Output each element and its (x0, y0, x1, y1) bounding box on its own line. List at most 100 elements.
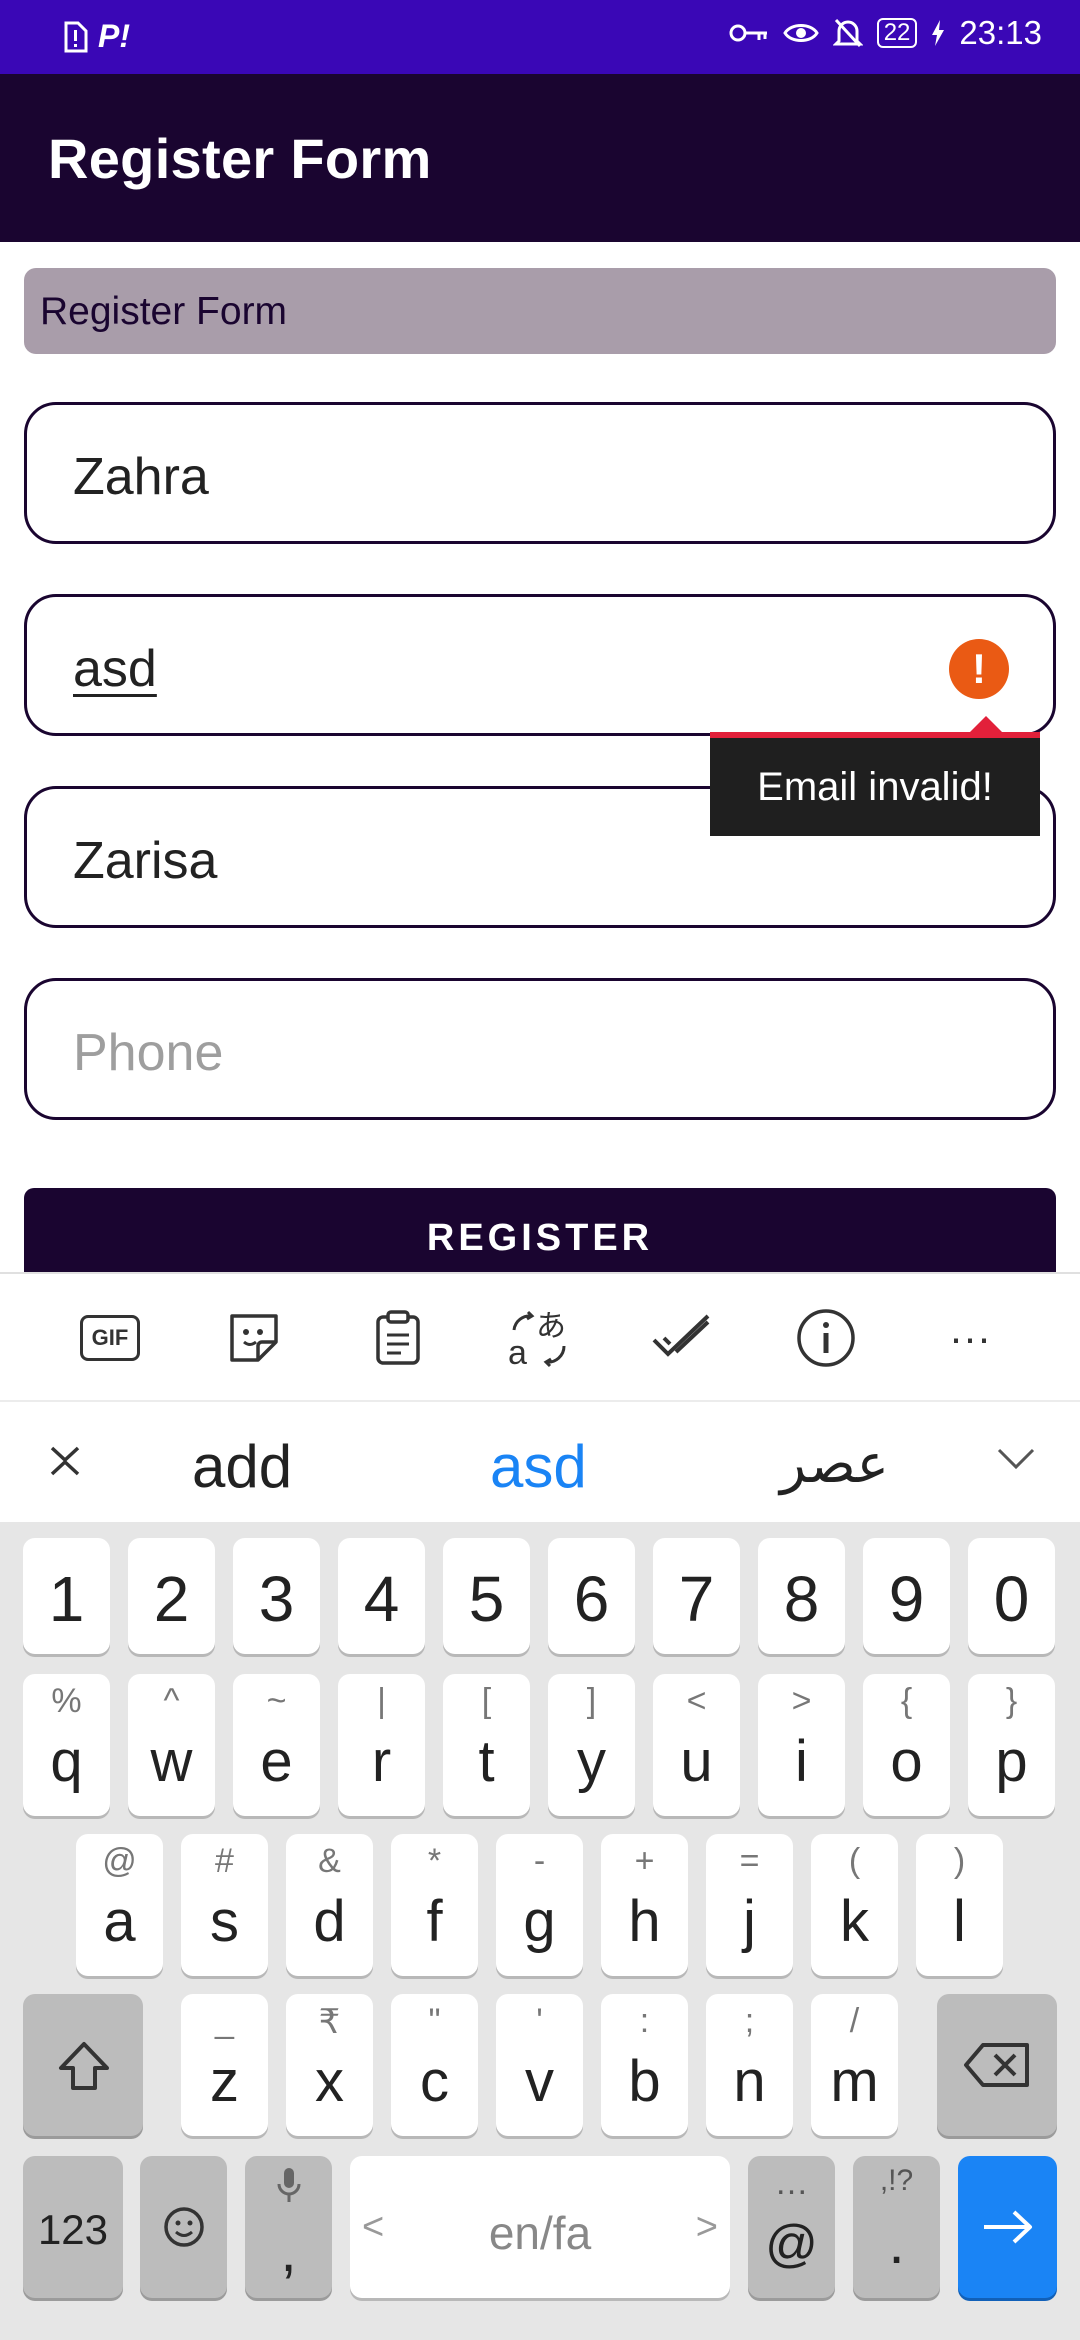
key-label: r (371, 1729, 392, 1794)
suggestion-2[interactable]: asd (490, 1432, 587, 1501)
key-n[interactable]: ; n (706, 1994, 793, 2136)
key-z[interactable]: _ z (181, 1994, 268, 2136)
key-label: 2 (153, 1563, 190, 1635)
suggestion-3[interactable]: عصر (780, 1432, 889, 1495)
chevron-down-icon[interactable] (996, 1446, 1036, 1477)
status-right-icons: 22 23:13 (729, 14, 1042, 52)
gif-icon[interactable]: GIF (70, 1302, 150, 1374)
key-b[interactable]: :b (601, 1994, 688, 2136)
key-9[interactable]: 9 (863, 1538, 950, 1654)
space-right-arrow: > (695, 2206, 718, 2248)
battery-icon: 22 (876, 18, 918, 48)
error-icon[interactable]: ! (949, 639, 1009, 699)
key-secondary: / (849, 2002, 860, 2040)
key-p[interactable]: } p (968, 1674, 1055, 1816)
key-k[interactable]: (k (811, 1834, 898, 1976)
key-label: 7 (678, 1563, 715, 1635)
key-3[interactable]: 3 (233, 1538, 320, 1654)
third-field-value: Zarisa (73, 832, 218, 890)
key-h[interactable]: + h (601, 1834, 688, 1976)
key-i[interactable]: > i (758, 1674, 845, 1816)
tooltip-arrow (970, 716, 1002, 732)
key-secondary: … (774, 2164, 809, 2202)
key-o[interactable]: {o (863, 1674, 950, 1816)
key-u[interactable]: < u (653, 1674, 740, 1816)
checkmark-icon[interactable] (642, 1302, 722, 1374)
period-key[interactable]: ,!?. (853, 2156, 940, 2298)
comma-key[interactable]: , (245, 2156, 332, 2298)
key-8[interactable]: 8 (758, 1538, 845, 1654)
key-secondary: ₹ (318, 2003, 341, 2041)
key-x[interactable]: ₹ x (286, 1994, 373, 2136)
key-label: 9 (888, 1563, 925, 1635)
key-label: x (315, 2049, 344, 2114)
key-q[interactable]: % q (23, 1674, 110, 1816)
key-g[interactable]: -g (496, 1834, 583, 1976)
charging-icon (931, 20, 945, 46)
name-field[interactable]: Zahra (24, 402, 1056, 544)
key-c[interactable]: " c (391, 1994, 478, 2136)
key-label: 6 (573, 1563, 610, 1635)
gif-label: GIF (80, 1315, 140, 1361)
key-label: g (523, 1889, 556, 1954)
key-t[interactable]: [t (443, 1674, 530, 1816)
parking-alert-icon: P! (98, 18, 130, 54)
app-bar: Register Form (0, 74, 1080, 242)
key-a[interactable]: @ a (76, 1834, 163, 1976)
space-key[interactable]: < en/fa > (350, 2156, 730, 2298)
translate-icon[interactable]: aあ (498, 1302, 578, 1374)
keyboard-toolbar: GIF aあ ··· (0, 1272, 1080, 1400)
key-e[interactable]: ~ e (233, 1674, 320, 1816)
key-0[interactable]: 0 (968, 1538, 1055, 1654)
at-key[interactable]: … @ (748, 2156, 835, 2298)
email-error-tooltip: Email invalid! (710, 738, 1040, 836)
key-label: v (525, 2049, 554, 2114)
info-icon[interactable] (786, 1302, 866, 1374)
key-secondary: % (51, 1682, 82, 1720)
email-value: asd (73, 640, 157, 698)
key-7[interactable]: 7 (653, 1538, 740, 1654)
key-5[interactable]: 5 (443, 1538, 530, 1654)
key-secondary: < (686, 1682, 707, 1720)
key-label: . (888, 2211, 905, 2276)
enter-key[interactable] (958, 2156, 1057, 2298)
key-y[interactable]: ] y (548, 1674, 635, 1816)
key-secondary: ) (953, 1842, 966, 1880)
key-6[interactable]: 6 (548, 1538, 635, 1654)
status-time: 23:13 (959, 14, 1042, 51)
key-label: 3 (258, 1563, 295, 1635)
emoji-key[interactable] (140, 2156, 227, 2298)
more-icon[interactable]: ··· (930, 1302, 1010, 1374)
collapse-icon[interactable] (40, 1436, 90, 1486)
key-secondary: ] (586, 1682, 597, 1720)
key-secondary: ,!? (879, 2164, 914, 2197)
key-label: a (103, 1889, 136, 1954)
key-j[interactable]: = j (706, 1834, 793, 1976)
key-r[interactable]: | r (338, 1674, 425, 1816)
clipboard-icon[interactable] (358, 1302, 438, 1374)
key-label: o (890, 1729, 923, 1794)
key-secondary: ( (848, 1842, 861, 1880)
sticker-icon[interactable] (214, 1302, 294, 1374)
register-button[interactable]: REGISTER (24, 1188, 1056, 1272)
numbers-key[interactable]: 123 (23, 2156, 123, 2298)
key-1[interactable]: 1 (23, 1538, 110, 1654)
key-label: 1 (48, 1563, 85, 1635)
backspace-key[interactable] (937, 1994, 1057, 2136)
key-d[interactable]: & d (286, 1834, 373, 1976)
key-l[interactable]: ) l (916, 1834, 1003, 1976)
key-m[interactable]: / m (811, 1994, 898, 2136)
key-v[interactable]: ' v (496, 1994, 583, 2136)
key-f[interactable]: * f (391, 1834, 478, 1976)
key-2[interactable]: 2 (128, 1538, 215, 1654)
key-4[interactable]: 4 (338, 1538, 425, 1654)
key-secondary: { (900, 1682, 913, 1720)
shift-key[interactable] (23, 1994, 143, 2136)
key-s[interactable]: # s (181, 1834, 268, 1976)
key-w[interactable]: ^ w (128, 1674, 215, 1816)
email-field[interactable]: asd ! (24, 594, 1056, 736)
suggestion-1[interactable]: add (192, 1432, 292, 1501)
key-label: z (210, 2049, 239, 2114)
phone-field[interactable]: Phone (24, 978, 1056, 1120)
microphone-icon (277, 2168, 301, 2202)
